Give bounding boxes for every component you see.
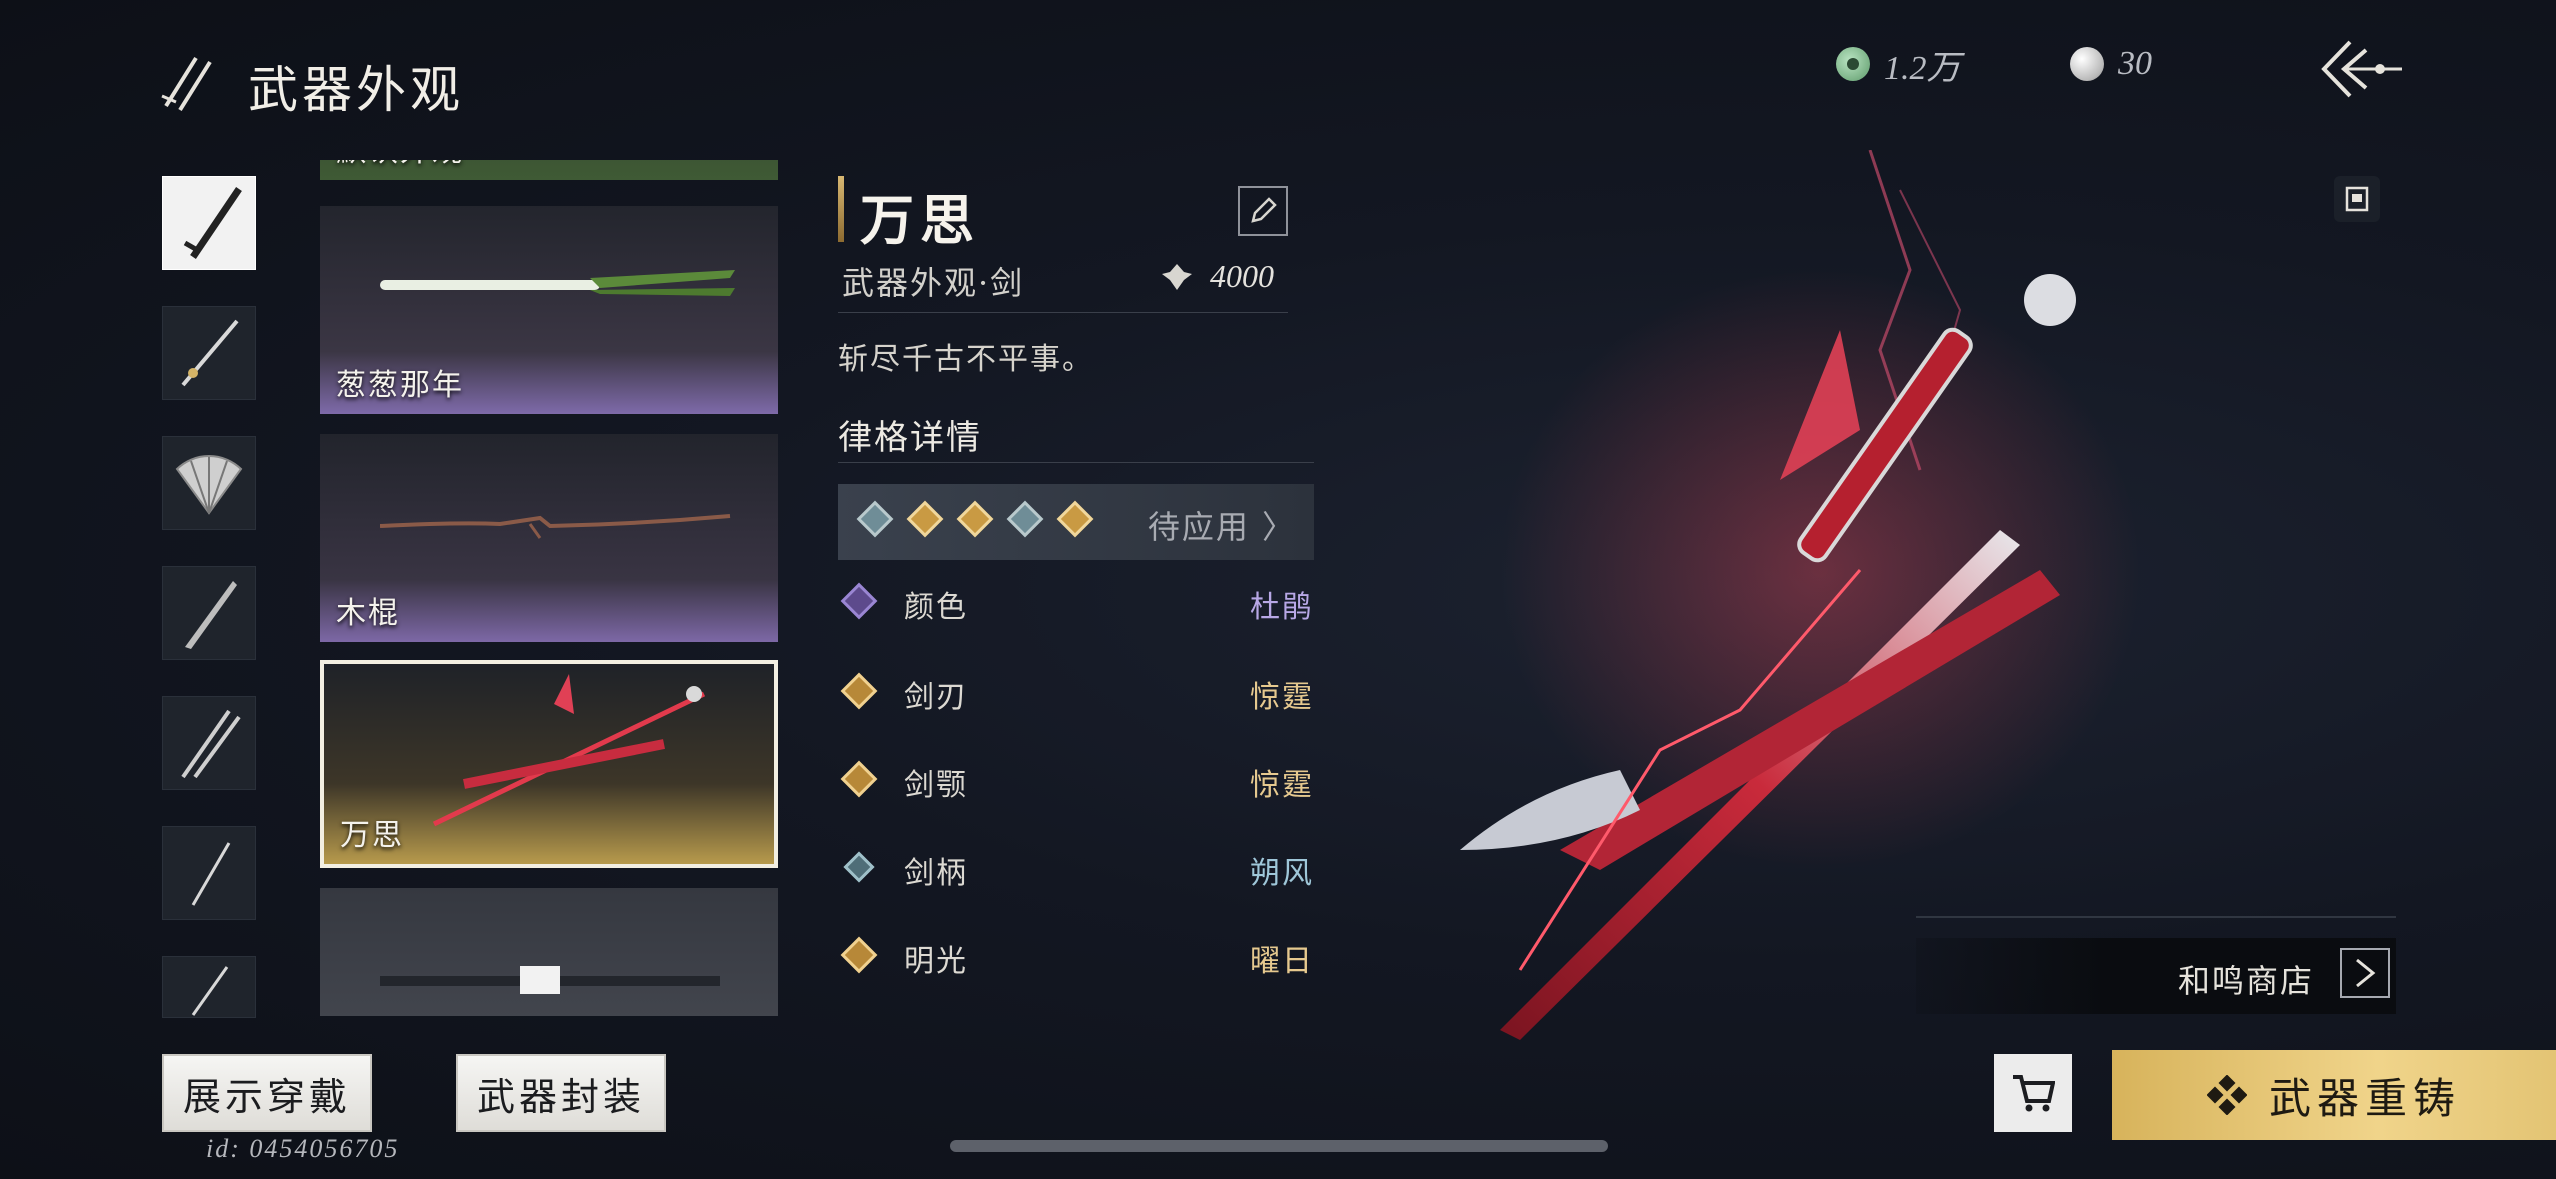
attribute-row-guard[interactable]: 剑颚 惊霆 bbox=[838, 752, 1314, 812]
skin-card-wansi[interactable]: 万思 bbox=[320, 660, 778, 868]
skin-card-stick[interactable]: 木棍 bbox=[320, 434, 778, 642]
currency-pearl-amount: 30 bbox=[2118, 45, 2152, 82]
attribute-row-light[interactable]: 明光 曜日 bbox=[838, 928, 1314, 988]
rune-bar[interactable]: 待应用 〉 bbox=[838, 484, 1314, 560]
category-thin-sword[interactable] bbox=[162, 826, 256, 920]
divider bbox=[838, 312, 1288, 313]
power-value: 4000 bbox=[1210, 258, 1274, 294]
skin-name: 默认外观 bbox=[336, 160, 464, 170]
cart-icon[interactable] bbox=[1994, 1054, 2072, 1132]
pearl-icon bbox=[2070, 47, 2104, 81]
weapon-reforge-button[interactable]: 武器重铸 bbox=[2112, 1050, 2556, 1140]
attribute-value: 曜日 bbox=[1250, 944, 1314, 979]
rune-gem-icon bbox=[906, 500, 944, 538]
chevron-right-icon bbox=[2340, 948, 2390, 998]
power-emblem-icon bbox=[1162, 263, 1192, 290]
rune-gem-icon bbox=[1006, 500, 1044, 538]
show-outfit-button[interactable]: 展示穿戴 bbox=[162, 1054, 372, 1132]
attribute-label: 剑颚 bbox=[904, 768, 968, 803]
player-id: id: 0454056705 bbox=[206, 1134, 400, 1163]
attribute-value: 惊霆 bbox=[1250, 768, 1314, 803]
attribute-value: 朔风 bbox=[1250, 856, 1314, 891]
guard-gem-icon bbox=[840, 760, 878, 798]
category-fan[interactable] bbox=[162, 436, 256, 530]
divider bbox=[1916, 916, 2396, 918]
shop-link[interactable]: 和鸣商店 bbox=[1916, 938, 2396, 1014]
rune-gem-icon bbox=[856, 500, 894, 538]
category-sword-straight[interactable] bbox=[162, 176, 256, 270]
section-title: 律格详情 bbox=[838, 418, 982, 458]
weapon-description: 斩尽千古不平事。 bbox=[838, 342, 1094, 377]
jade-coin-icon bbox=[1836, 47, 1870, 81]
divider bbox=[838, 462, 1314, 463]
home-indicator[interactable] bbox=[950, 1140, 1608, 1152]
category-blade[interactable] bbox=[162, 566, 256, 660]
rune-gem-icon bbox=[1056, 500, 1094, 538]
twin-swords-icon bbox=[158, 52, 218, 112]
scallion-weapon-image bbox=[380, 270, 735, 296]
category-sword-ornate[interactable] bbox=[162, 306, 256, 400]
weapon-name: 万思 bbox=[860, 188, 980, 252]
power-score: 4000 bbox=[1160, 258, 1274, 295]
wansi-weapon-image bbox=[432, 674, 706, 827]
currency-jade-amount: 1.2万 bbox=[1884, 49, 1961, 87]
attribute-label: 明光 bbox=[904, 944, 968, 979]
blade-gem-icon bbox=[840, 672, 878, 710]
skin-card-default[interactable]: 默认外观 bbox=[320, 160, 778, 180]
category-dual-blades[interactable] bbox=[162, 696, 256, 790]
skin-name: 木棍 bbox=[336, 596, 400, 631]
attribute-row-color[interactable]: 颜色 杜鹃 bbox=[838, 574, 1314, 634]
currency-pearl: 30 bbox=[2070, 40, 2152, 88]
reforge-label: 武器重铸 bbox=[2268, 1073, 2461, 1123]
attribute-label: 剑刃 bbox=[904, 680, 968, 715]
category-spear[interactable] bbox=[162, 956, 256, 1018]
weapon-type: 武器外观·剑 bbox=[842, 264, 1025, 302]
shop-label: 和鸣商店 bbox=[2177, 962, 2314, 1000]
rune-status: 待应用 〉 bbox=[1147, 508, 1296, 546]
color-gem-icon bbox=[840, 582, 878, 620]
stick-weapon-image bbox=[380, 514, 731, 539]
page-title: 武器外观 bbox=[248, 61, 464, 119]
rune-gem-icon bbox=[956, 500, 994, 538]
weapon-seal-button[interactable]: 武器封装 bbox=[456, 1054, 666, 1132]
share-icon[interactable] bbox=[2334, 176, 2380, 222]
attribute-row-blade[interactable]: 剑刃 惊霆 bbox=[838, 664, 1314, 724]
edit-pencil-icon[interactable] bbox=[1238, 186, 1288, 236]
title-accent-bar bbox=[838, 176, 844, 242]
currency-jade: 1.2万 bbox=[1836, 40, 1961, 88]
light-gem-icon bbox=[840, 936, 878, 974]
skin-card-scallion[interactable]: 葱葱那年 bbox=[320, 206, 778, 414]
attribute-row-hilt[interactable]: 剑柄 朔风 bbox=[838, 840, 1314, 900]
skin-name: 万思 bbox=[340, 818, 404, 853]
attribute-label: 颜色 bbox=[904, 590, 968, 625]
skin-card-locked[interactable] bbox=[320, 888, 778, 1016]
weapon-showcase-image bbox=[1460, 150, 2140, 1040]
locked-weapon-image bbox=[380, 966, 720, 994]
attribute-label: 剑柄 bbox=[904, 856, 968, 891]
skin-list[interactable]: 默认外观 葱葱那年 木棍 万思 bbox=[320, 160, 778, 1016]
skin-name: 葱葱那年 bbox=[336, 368, 464, 403]
attribute-value: 杜鹃 bbox=[1250, 590, 1314, 625]
reforge-diamond-icon bbox=[2206, 1075, 2247, 1115]
attribute-value: 惊霆 bbox=[1250, 680, 1314, 715]
hilt-gem-icon bbox=[843, 851, 875, 883]
back-arrow-icon[interactable] bbox=[2316, 36, 2406, 102]
